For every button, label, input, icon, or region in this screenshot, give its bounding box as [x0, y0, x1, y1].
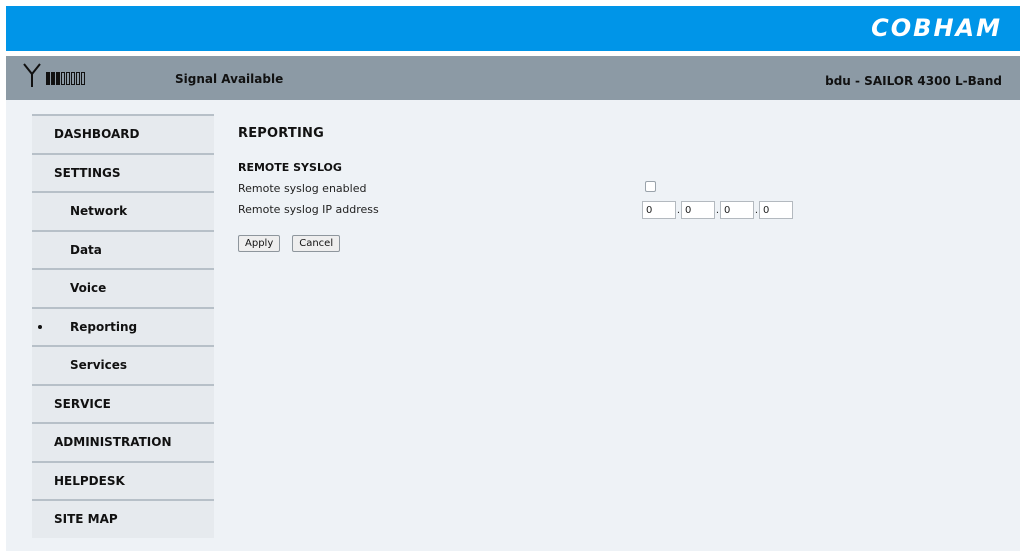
sidebar-item-helpdesk[interactable]: HELPDESK: [32, 460, 214, 499]
apply-button[interactable]: Apply: [238, 235, 281, 252]
sidebar-item-label: Services: [70, 358, 128, 373]
syslog-ip-row: Remote syslog IP address . . .: [238, 201, 998, 219]
sidebar-item-label: Network: [70, 204, 128, 219]
sidebar-item-label: Reporting: [70, 319, 138, 334]
ip-octet-1[interactable]: [642, 201, 676, 219]
form-buttons: Apply Cancel: [238, 235, 998, 252]
sidebar-item-services[interactable]: Services: [32, 345, 214, 384]
signal-bar: [66, 72, 70, 85]
app-frame: COBHAM Signal Available bdu - SAILOR 430…: [6, 6, 1020, 551]
syslog-ip-label: Remote syslog IP address: [238, 203, 379, 216]
sidebar-item-dashboard[interactable]: DASHBOARD: [32, 114, 214, 153]
active-bullet-icon: [38, 324, 42, 329]
signal-bar: [81, 72, 85, 85]
sidebar-item-label: SITE MAP: [54, 512, 118, 527]
sidebar-item-label: DASHBOARD: [54, 127, 140, 142]
syslog-enabled-row: Remote syslog enabled: [238, 180, 998, 198]
signal-strength-indicator: [46, 72, 85, 85]
page-title: REPORTING: [238, 126, 324, 141]
signal-bar: [56, 72, 60, 85]
signal-bar: [46, 72, 50, 85]
sidebar-nav: DASHBOARD SETTINGS Network Data Voice Reporti…: [32, 114, 214, 551]
status-bar: Signal Available bdu - SAILOR 4300 L-Ban…: [6, 56, 1020, 100]
syslog-ip-field: . . .: [642, 201, 793, 219]
ip-octet-4[interactable]: [759, 201, 793, 219]
sidebar-item-site-map[interactable]: SITE MAP: [32, 499, 214, 538]
sidebar-item-voice[interactable]: Voice: [32, 268, 214, 307]
signal-bar: [71, 72, 75, 85]
ip-octet-2[interactable]: [681, 201, 715, 219]
sidebar-item-settings[interactable]: SETTINGS: [32, 152, 214, 191]
main-content: REPORTING REMOTE SYSLOG Remote syslog en…: [238, 126, 998, 252]
sidebar-item-label: HELPDESK: [54, 473, 125, 488]
sidebar-item-label: SETTINGS: [54, 165, 121, 180]
sidebar-item-service[interactable]: SERVICE: [32, 383, 214, 422]
sidebar-item-label: Voice: [70, 281, 107, 296]
top-banner: COBHAM: [6, 6, 1020, 51]
cancel-button[interactable]: Cancel: [292, 235, 341, 252]
signal-bar: [51, 72, 55, 85]
syslog-enabled-checkbox[interactable]: [645, 181, 656, 192]
syslog-enabled-label: Remote syslog enabled: [238, 182, 367, 195]
sidebar-item-label: SERVICE: [54, 396, 111, 411]
device-name: bdu - SAILOR 4300 L-Band: [825, 74, 1002, 88]
antenna-icon: [23, 63, 41, 87]
ip-octet-3[interactable]: [720, 201, 754, 219]
section-title: REMOTE SYSLOG: [238, 161, 342, 174]
sidebar-item-reporting[interactable]: Reporting: [32, 306, 214, 345]
sidebar-item-administration[interactable]: ADMINISTRATION: [32, 422, 214, 461]
sidebar-item-network[interactable]: Network: [32, 191, 214, 230]
signal-status-text: Signal Available: [175, 72, 284, 86]
cobham-logo: COBHAM: [871, 14, 1002, 42]
signal-bar: [76, 72, 80, 85]
signal-bar: [61, 72, 65, 85]
sidebar-item-data[interactable]: Data: [32, 229, 214, 268]
sidebar-item-label: ADMINISTRATION: [54, 435, 172, 450]
sidebar-item-label: Data: [70, 242, 102, 257]
